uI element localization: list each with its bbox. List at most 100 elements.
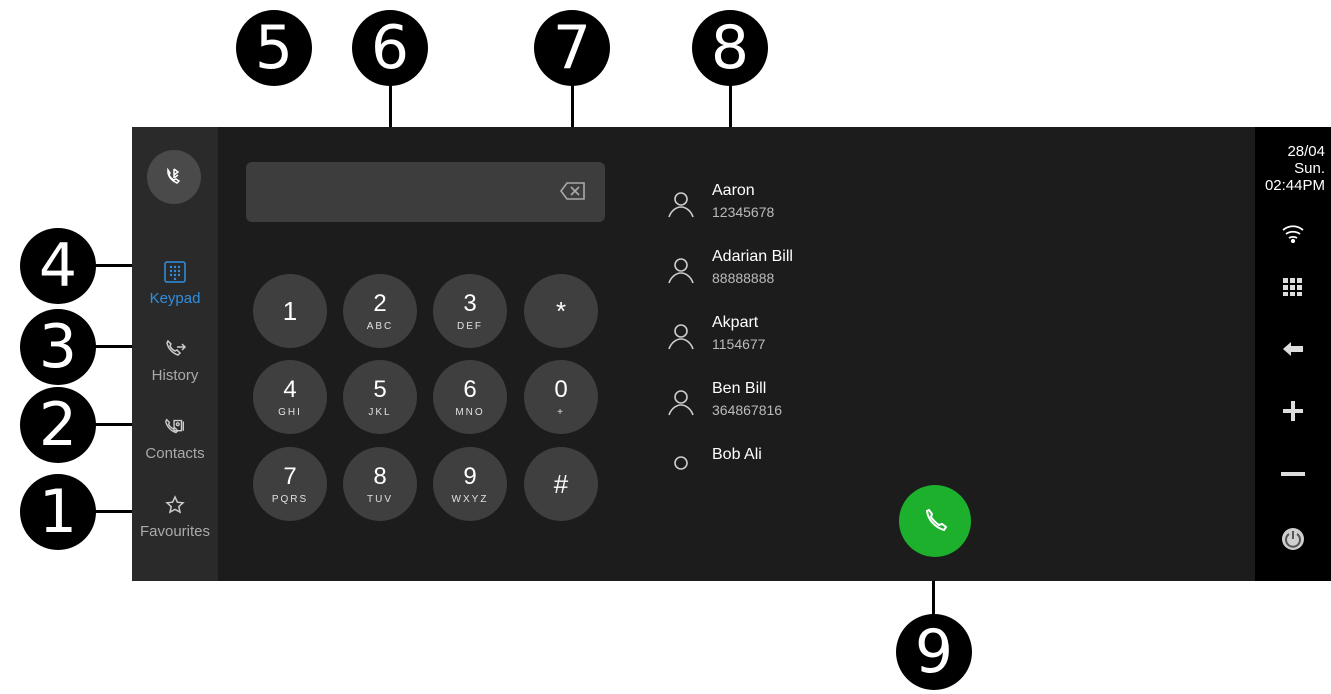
power-button[interactable] (1255, 527, 1331, 551)
person-icon (668, 192, 694, 218)
key-letters: WXYZ (451, 493, 489, 505)
key-digit: 9 (463, 462, 477, 490)
sidebar-item-label: Contacts (145, 445, 205, 462)
phone-icon (925, 508, 948, 532)
sidebar-item-label: Favourites (139, 523, 211, 540)
clock: 28/04 Sun. 02:44PM (1255, 143, 1331, 194)
wifi-button[interactable] (1255, 223, 1331, 243)
sidebar-item-favourites[interactable]: Favourites (132, 493, 218, 540)
key-digit: 3 (463, 289, 477, 317)
key-letters: ABC (366, 320, 394, 332)
contact-list[interactable]: Aaron 12345678 Adarian Bill 88888888 Akp… (662, 177, 862, 470)
key-9[interactable]: 9 WXYZ (433, 447, 507, 521)
callout-marker: 6 (352, 10, 428, 86)
apps-grid-icon (1283, 278, 1302, 296)
keypad-icon (163, 260, 187, 284)
key-4[interactable]: 4 GHI (253, 360, 327, 434)
key-letters: JKL (368, 406, 392, 418)
volume-down-button[interactable] (1255, 471, 1331, 477)
contact-number: 1154677 (712, 336, 766, 352)
key-digit: 1 (282, 296, 298, 326)
key-letters: MNO (455, 406, 485, 418)
key-letters: + (557, 406, 565, 418)
key-1[interactable]: 1 (253, 274, 327, 348)
key-letters: TUV (367, 493, 393, 505)
key-digit: 8 (373, 462, 387, 490)
key-0[interactable]: 0 + (524, 360, 598, 434)
key-digit: 2 (373, 289, 387, 317)
callout-marker: 5 (236, 10, 312, 86)
backspace-icon (560, 182, 585, 200)
plus-icon (1283, 401, 1303, 421)
contact-number: 12345678 (712, 204, 775, 220)
contact-item[interactable]: Akpart 1154677 (662, 309, 862, 369)
key-digit: 6 (463, 375, 477, 403)
key-hash[interactable]: # (524, 447, 598, 521)
dialer-screen: Keypad History Contacts Favourites 1 2 A… (132, 127, 1331, 581)
day-text: Sun. (1294, 160, 1325, 177)
contact-item[interactable]: Ben Bill 364867816 (662, 375, 862, 435)
back-button[interactable] (1255, 339, 1331, 359)
apps-button[interactable] (1255, 277, 1331, 297)
contact-item[interactable]: Bob Ali 4073951 (662, 441, 862, 470)
sidebar-item-label: History (151, 367, 199, 384)
back-arrow-icon (1283, 342, 1303, 356)
volume-up-button[interactable] (1255, 399, 1331, 423)
minus-icon (1281, 472, 1305, 476)
contact-name: Bob Ali (712, 446, 762, 463)
sidebar-item-label: Keypad (149, 290, 201, 307)
person-icon (668, 258, 694, 284)
contact-name: Ben Bill (712, 380, 767, 397)
bluetooth-phone-icon (167, 167, 181, 184)
contact-number: 4073951 (712, 468, 767, 470)
key-digit: * (555, 296, 567, 326)
callout-marker: 2 (20, 387, 96, 463)
key-6[interactable]: 6 MNO (433, 360, 507, 434)
contact-number: 364867816 (712, 402, 783, 418)
key-2[interactable]: 2 ABC (343, 274, 417, 348)
person-icon (668, 324, 694, 350)
key-digit: 7 (283, 462, 297, 490)
key-letters: PQRS (271, 493, 309, 505)
key-letters: DEF (457, 320, 483, 332)
contacts-icon (163, 415, 187, 439)
history-icon (163, 337, 187, 361)
star-icon (163, 493, 187, 517)
call-button[interactable] (899, 485, 971, 557)
key-5[interactable]: 5 JKL (343, 360, 417, 434)
sidebar-item-contacts[interactable]: Contacts (132, 415, 218, 462)
key-digit: 5 (373, 375, 387, 403)
key-3[interactable]: 3 DEF (433, 274, 507, 348)
contact-name: Aaron (712, 182, 755, 199)
bluetooth-button[interactable] (147, 150, 201, 204)
callout-marker: 3 (20, 309, 96, 385)
key-digit: # (553, 469, 569, 499)
key-letters: GHI (278, 406, 302, 418)
callout-marker: 7 (534, 10, 610, 86)
status-bar: 28/04 Sun. 02:44PM (1255, 127, 1331, 581)
sidebar: Keypad History Contacts Favourites (132, 127, 218, 581)
callout-marker: 9 (896, 614, 972, 690)
date-text: 28/04 (1287, 143, 1325, 160)
sidebar-item-history[interactable]: History (132, 337, 218, 384)
contact-name: Adarian Bill (712, 248, 793, 265)
contact-item[interactable]: Aaron 12345678 (662, 177, 862, 237)
callout-marker: 8 (692, 10, 768, 86)
contact-item[interactable]: Adarian Bill 88888888 (662, 243, 862, 303)
wifi-icon (1282, 225, 1304, 243)
callout-marker: 1 (20, 474, 96, 550)
backspace-button[interactable] (559, 181, 587, 206)
person-icon (668, 390, 694, 416)
key-7[interactable]: 7 PQRS (253, 447, 327, 521)
key-star[interactable]: * (524, 274, 598, 348)
callout-marker: 4 (20, 228, 96, 304)
sidebar-item-keypad[interactable]: Keypad (132, 260, 218, 307)
time-text: 02:44PM (1264, 177, 1325, 194)
number-input[interactable] (246, 162, 605, 222)
key-digit: 0 (554, 375, 568, 403)
person-icon (674, 456, 688, 470)
contact-name: Akpart (712, 314, 759, 331)
key-8[interactable]: 8 TUV (343, 447, 417, 521)
power-icon (1282, 528, 1304, 550)
key-digit: 4 (283, 375, 297, 403)
